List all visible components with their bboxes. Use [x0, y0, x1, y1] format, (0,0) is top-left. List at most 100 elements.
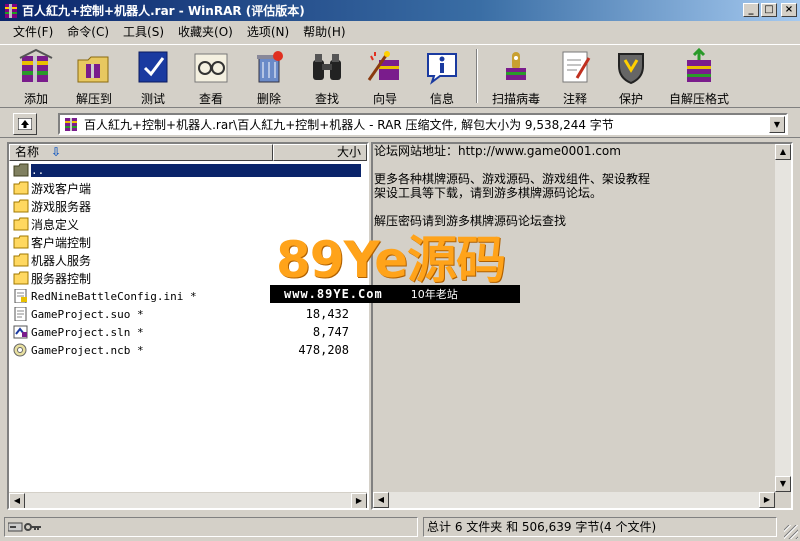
menu-file[interactable]: 文件(F) [6, 23, 60, 40]
recycle-delete-icon [249, 48, 289, 86]
menu-commands[interactable]: 命令(C) [60, 23, 116, 40]
folder-extract-icon [74, 48, 114, 86]
test-button[interactable]: 测试 [124, 45, 182, 107]
scan-virus-button[interactable]: 扫描病毒 [484, 45, 548, 107]
file-name: 客户端控制 [31, 235, 92, 250]
folder-icon [13, 235, 29, 249]
winrar-app-icon[interactable] [3, 3, 19, 19]
address-bar: 百人紅九+控制+机器人.rar\百人紅九+控制+机器人 - RAR 压缩文件, … [0, 110, 800, 138]
drive-key-icon [8, 522, 41, 532]
vertical-scrollbar[interactable]: ▲ ▼ [775, 144, 791, 492]
address-field[interactable]: 百人紅九+控制+机器人.rar\百人紅九+控制+机器人 - RAR 压缩文件, … [58, 113, 788, 135]
comment-pen-icon [555, 48, 595, 86]
size-column-header[interactable]: 大小 [273, 144, 367, 161]
folder-icon [13, 271, 29, 285]
file-row[interactable]: GameProject.ncb * 478,208 [9, 341, 367, 359]
scroll-down-button[interactable]: ▼ [775, 476, 791, 492]
maximize-button[interactable]: □ [761, 3, 777, 17]
shield-protect-icon [611, 48, 651, 86]
delete-button[interactable]: 删除 [240, 45, 298, 107]
file-name: 服务器控制 [31, 271, 92, 286]
column-header: 名称 ⇩ 大小 [9, 144, 367, 161]
archive-icon [63, 117, 79, 132]
scroll-up-button[interactable]: ▲ [775, 144, 791, 160]
close-button[interactable]: × [781, 3, 797, 17]
minimize-button[interactable]: _ [743, 3, 759, 17]
watermark-tagline: 10年老站 [410, 288, 458, 301]
resize-grip[interactable] [784, 525, 798, 539]
sort-arrow-down-icon: ⇩ [51, 145, 62, 159]
status-left-panel [4, 517, 418, 537]
comment-line [374, 200, 772, 214]
file-icon [13, 325, 29, 339]
wizard-button[interactable]: 向导 [356, 45, 414, 107]
watermark-strip: www.89YE.Com 10年老站 [270, 285, 520, 303]
find-button[interactable]: 查找 [298, 45, 356, 107]
title-bar[interactable]: 百人紅九+控制+机器人.rar - WinRAR (评估版本) _ □ × [0, 0, 800, 21]
file-row[interactable]: GameProject.sln * 8,747 [9, 323, 367, 341]
file-icon [13, 288, 29, 304]
menu-options[interactable]: 选项(N) [240, 23, 296, 40]
file-icon [13, 343, 29, 357]
comment-scroll-left-button[interactable]: ◀ [373, 492, 389, 508]
comment-button[interactable]: 注释 [548, 45, 602, 107]
sfx-archive-icon [679, 47, 719, 86]
file-name: GameProject.sln * [31, 325, 144, 339]
wizard-icon [365, 48, 405, 86]
menu-favorites[interactable]: 收藏夹(O) [171, 23, 240, 40]
menu-help[interactable]: 帮助(H) [296, 23, 352, 40]
horizontal-scrollbar[interactable]: ◀ ▶ [9, 492, 367, 508]
address-dropdown-button[interactable]: ▼ [769, 116, 785, 133]
file-name: GameProject.suo * [31, 307, 144, 321]
comment-panel[interactable]: 论坛网站地址：http://www.game0001.com 更多各种棋牌源码、游… [371, 142, 793, 510]
comment-horizontal-scrollbar[interactable]: ◀ ▶ [373, 492, 775, 508]
file-name: 游戏客户端 [31, 181, 92, 196]
arrow-up-icon [18, 118, 32, 130]
glasses-view-icon [191, 48, 231, 86]
file-size: 478,208 [298, 343, 349, 357]
folder-icon [13, 163, 29, 177]
comment-line [374, 158, 772, 172]
books-add-icon [16, 48, 56, 86]
file-row[interactable]: GameProject.suo * 18,432 [9, 305, 367, 323]
scroll-left-button[interactable]: ◀ [9, 493, 25, 508]
file-size: 8,747 [312, 325, 349, 339]
file-name: GameProject.ncb * [31, 343, 144, 357]
file-list-panel[interactable]: 名称 ⇩ 大小 .. 游戏客户端 游戏服务器 消息定义 客户端控制 机器人服务 服务器控制 Re… [7, 142, 369, 510]
folder-icon [13, 181, 29, 195]
file-name: 消息定义 [31, 217, 80, 232]
file-name: .. [31, 163, 361, 177]
info-button[interactable]: 信息 [414, 45, 470, 107]
archive-comment: 论坛网站地址：http://www.game0001.com 更多各种棋牌源码、游… [374, 144, 772, 228]
test-check-icon [133, 48, 173, 86]
protect-button[interactable]: 保护 [602, 45, 660, 107]
watermark-url: www.89YE.Com [284, 287, 383, 301]
file-row[interactable]: 游戏客户端 [9, 179, 367, 197]
file-icon [13, 306, 29, 322]
sfx-button[interactable]: 自解压格式 [660, 45, 738, 107]
file-row[interactable]: 游戏服务器 [9, 197, 367, 215]
folder-icon [13, 217, 29, 231]
menu-tools[interactable]: 工具(S) [116, 23, 171, 40]
view-button[interactable]: 查看 [182, 45, 240, 107]
name-column-header[interactable]: 名称 ⇩ [9, 144, 273, 161]
menu-bar: 文件(F) 命令(C) 工具(S) 收藏夹(O) 选项(N) 帮助(H) [0, 21, 800, 42]
scroll-right-button[interactable]: ▶ [351, 493, 367, 508]
add-button[interactable]: 添加 [8, 45, 64, 107]
file-size: 18,432 [305, 307, 349, 321]
extract-to-button[interactable]: 解压到 [64, 45, 124, 107]
folder-icon [13, 253, 29, 267]
info-icon [422, 48, 462, 86]
file-row[interactable]: .. [9, 161, 367, 179]
comment-scroll-right-button[interactable]: ▶ [759, 492, 775, 508]
up-one-level-button[interactable] [13, 113, 37, 135]
file-name: 游戏服务器 [31, 199, 92, 214]
comment-line: 解压密码请到游多棋牌源码论坛查找 [374, 214, 567, 228]
virus-scan-icon [496, 48, 536, 86]
comment-line: 论坛网站地址：http://www.game0001.com [374, 144, 621, 158]
status-bar: 总计 6 文件夹 和 506,639 字节(4 个文件) [0, 514, 800, 541]
window-title: 百人紅九+控制+机器人.rar - WinRAR (评估版本) [22, 4, 305, 18]
toolbar-separator [476, 49, 478, 103]
comment-line: 更多各种棋牌源码、游戏源码、游戏组件、架设教程 [374, 172, 651, 186]
file-name: RedNineBattleConfig.ini * [31, 289, 197, 303]
